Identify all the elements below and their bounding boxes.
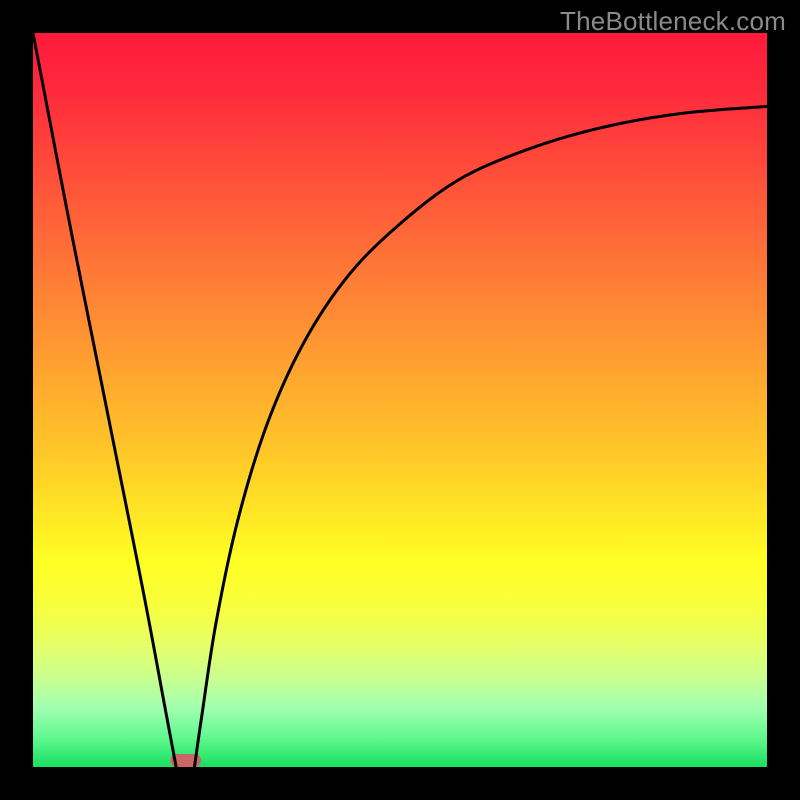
- chart-svg: [33, 33, 767, 767]
- series-left-descent: [33, 33, 176, 767]
- series-right-curve: [194, 106, 767, 767]
- watermark-text: TheBottleneck.com: [560, 6, 786, 37]
- chart-frame: TheBottleneck.com: [0, 0, 800, 800]
- plot-area: [33, 33, 767, 767]
